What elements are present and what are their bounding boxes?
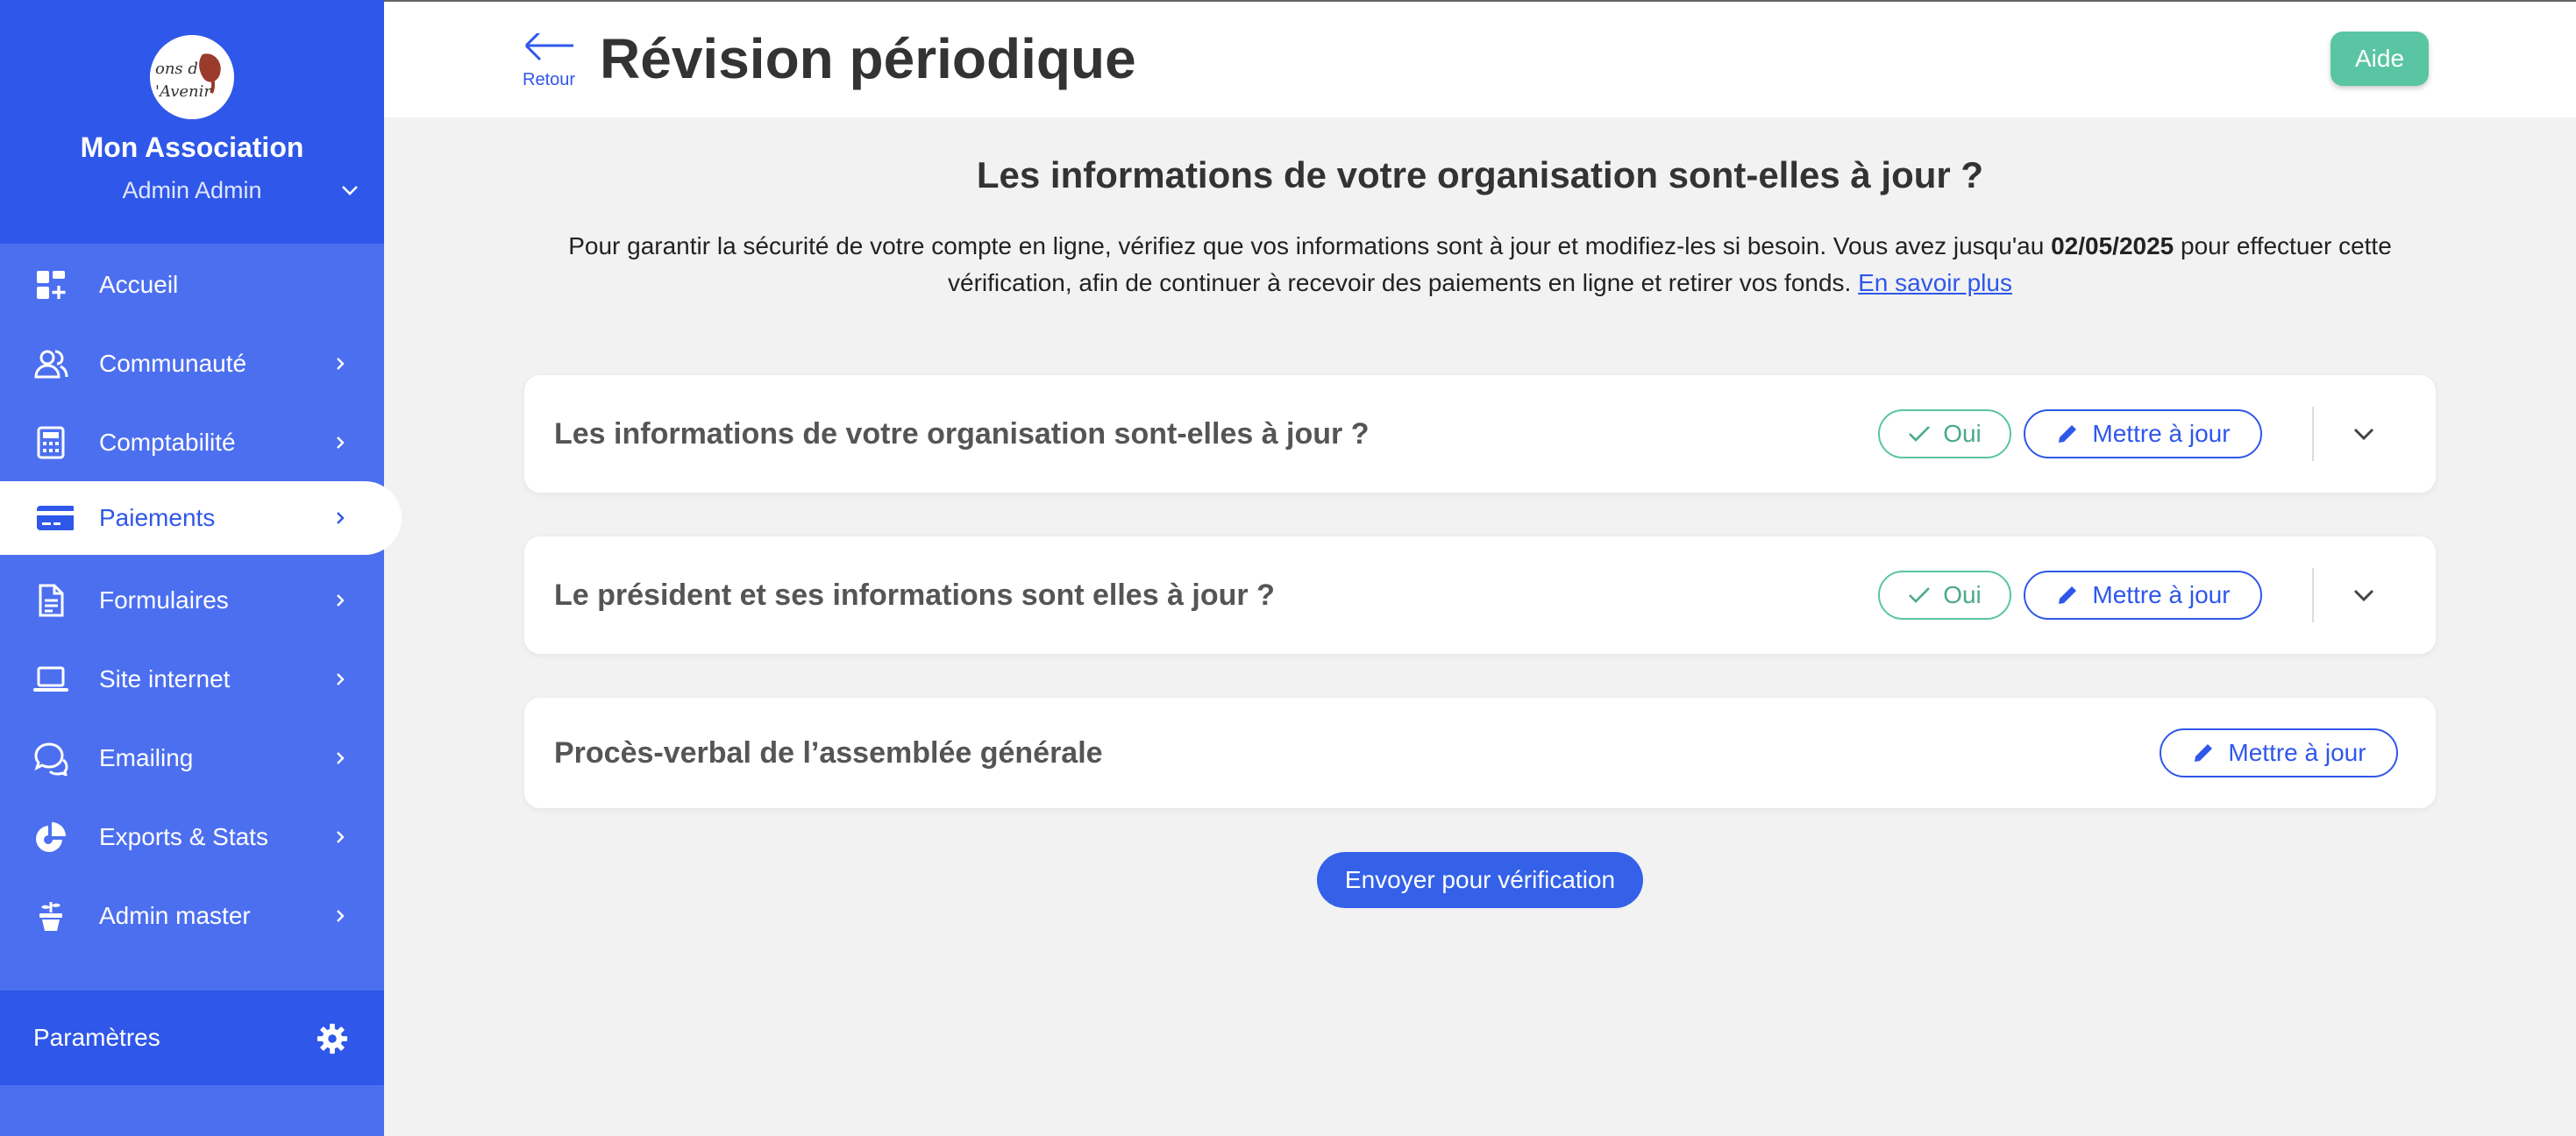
section-heading: Les informations de votre organisation s… (976, 154, 1984, 195)
credit-card-icon (37, 506, 74, 530)
review-card-minutes: Procès-verbal de l’assemblée générale Me… (524, 698, 2436, 808)
confirm-yes-button[interactable]: Oui (1878, 409, 2011, 458)
description-text: Pour garantir la sécurité de votre compt… (568, 232, 2052, 259)
sidebar-item-emailing[interactable]: Emailing (0, 721, 384, 795)
chevron-right-icon (337, 358, 345, 370)
help-button[interactable]: Aide (2330, 32, 2429, 86)
sidebar-item-label: Formulaires (99, 586, 229, 614)
sidebar-item-label: Paiements (99, 504, 216, 531)
chevron-right-icon (337, 752, 345, 764)
chevron-right-icon (337, 831, 345, 843)
svg-text:'Avenir: 'Avenir (155, 82, 212, 101)
check-icon (1909, 426, 1931, 442)
review-card-organization: Les informations de votre organisation s… (524, 375, 2436, 493)
confirm-yes-button[interactable]: Oui (1878, 571, 2011, 620)
chevron-right-icon (337, 594, 345, 607)
gear-icon[interactable] (316, 1022, 349, 1055)
sidebar: ons d 'Avenir Mon Association Admin Admi… (0, 0, 402, 1136)
card-title: Procès-verbal de l’assemblée générale (554, 735, 1103, 770)
chat-bubbles-icon (34, 742, 68, 776)
chevron-down-icon[interactable] (2346, 578, 2381, 613)
deadline-date: 02/05/2025 (2051, 232, 2174, 259)
document-icon (39, 584, 64, 617)
sidebar-item-label: Emailing (99, 744, 194, 771)
sidebar-item-label: Admin master (99, 902, 251, 929)
chevron-right-icon (337, 512, 345, 524)
pencil-icon (2195, 744, 2213, 762)
submit-verification-button[interactable]: Envoyer pour vérification (1317, 852, 1643, 908)
button-label: Oui (1943, 581, 1982, 608)
sidebar-item-admin-master[interactable]: Admin master (0, 879, 384, 953)
button-label: Oui (1943, 420, 1982, 447)
sidebar-item-comptabilite[interactable]: Comptabilité (0, 406, 384, 479)
back-label: Retour (523, 70, 576, 89)
pencil-icon (2059, 586, 2077, 604)
page-header: Retour Révision périodique Aide (384, 0, 2576, 117)
laptop-icon (33, 666, 68, 692)
chevron-down-icon[interactable] (337, 177, 363, 203)
sidebar-item-paiements[interactable]: Paiements (0, 481, 402, 555)
back-button[interactable]: Retour (523, 33, 584, 95)
sidebar-item-parametres[interactable]: Paramètres (0, 990, 384, 1085)
review-card-president: Le président et ses informations sont el… (524, 536, 2436, 654)
plant-pot-icon (39, 902, 62, 931)
sidebar-item-communaute[interactable]: Communauté (0, 327, 384, 401)
calculator-icon (37, 426, 65, 459)
sidebar-item-exports-stats[interactable]: Exports & Stats (0, 800, 384, 874)
update-button[interactable]: Mettre à jour (2160, 728, 2398, 777)
arrow-left-icon (524, 33, 573, 61)
chevron-right-icon (337, 910, 345, 922)
divider (2312, 568, 2314, 622)
sidebar-item-site-internet[interactable]: Site internet (0, 643, 384, 716)
pencil-icon (2059, 425, 2077, 443)
users-icon (34, 350, 68, 379)
organization-name: Mon Association (80, 131, 304, 163)
sidebar-item-accueil[interactable]: Accueil (0, 248, 384, 322)
dashboard-icon (37, 271, 66, 299)
check-icon (1909, 587, 1931, 603)
button-label: Mettre à jour (2228, 739, 2366, 766)
chevron-down-icon[interactable] (2346, 416, 2381, 451)
button-label: Mettre à jour (2092, 420, 2231, 447)
card-title: Le président et ses informations sont el… (554, 578, 1275, 612)
sidebar-item-label: Communauté (99, 350, 247, 377)
chevron-right-icon (337, 673, 345, 685)
sidebar-item-label: Accueil (99, 271, 179, 298)
description: Pour garantir la sécurité de votre compt… (526, 228, 2434, 302)
sidebar-item-label: Exports & Stats (99, 823, 268, 850)
button-label: Mettre à jour (2092, 581, 2231, 608)
svg-text:ons d: ons d (155, 60, 198, 78)
organization-logo[interactable]: ons d 'Avenir (150, 35, 234, 119)
update-button[interactable]: Mettre à jour (2024, 409, 2262, 458)
card-title: Les informations de votre organisation s… (554, 416, 1370, 451)
page-title: Révision périodique (600, 27, 1136, 90)
divider (2312, 407, 2314, 461)
learn-more-link[interactable]: En savoir plus (1858, 269, 2012, 296)
sidebar-item-label: Site internet (99, 665, 231, 692)
chevron-right-icon (337, 437, 345, 449)
user-name[interactable]: Admin Admin (0, 177, 384, 204)
sidebar-item-label: Comptabilité (99, 429, 236, 456)
sidebar-header: ons d 'Avenir Mon Association Admin Admi… (0, 0, 384, 244)
settings-label: Paramètres (33, 1024, 160, 1051)
pie-chart-icon (36, 822, 66, 852)
sidebar-item-formulaires[interactable]: Formulaires (0, 564, 384, 637)
update-button[interactable]: Mettre à jour (2024, 571, 2262, 620)
